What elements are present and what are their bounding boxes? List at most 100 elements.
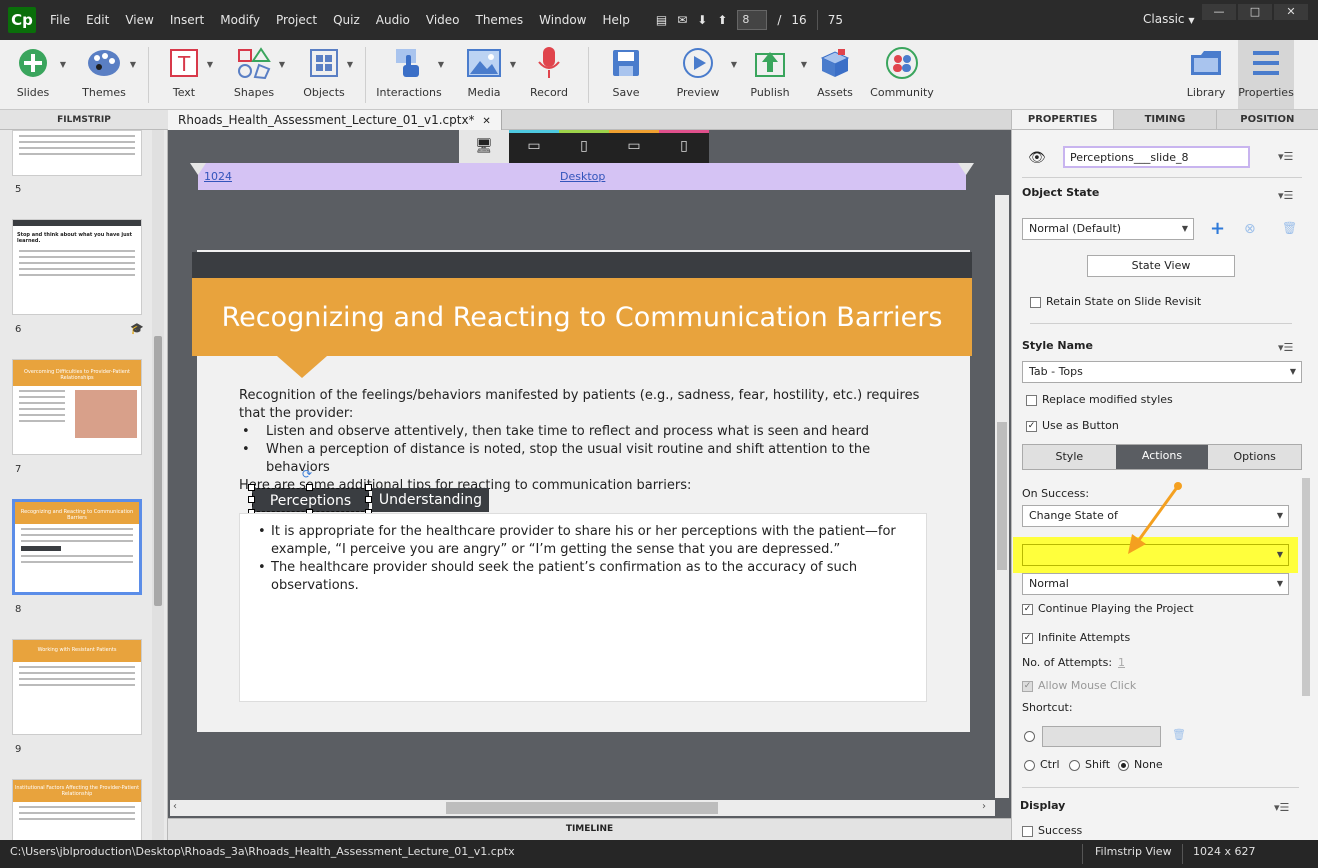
chevron-down-icon[interactable]: ▼ xyxy=(279,60,285,69)
tablet-landscape-icon[interactable]: ▭ xyxy=(509,130,559,163)
community-button[interactable]: Community xyxy=(863,40,941,109)
slide-thumbnail-5[interactable] xyxy=(12,130,142,176)
understanding-tab-button[interactable]: Understanding xyxy=(372,488,489,512)
object-name-field[interactable]: Perceptions___slide_8 xyxy=(1063,146,1250,168)
arrow-up-icon[interactable]: ⬆ xyxy=(717,13,727,27)
subtab-style[interactable]: Style xyxy=(1023,445,1116,469)
tablet-portrait-icon[interactable]: ▯ xyxy=(559,130,609,163)
allow-mouse-click-checkbox[interactable]: ✓ xyxy=(1022,681,1033,692)
slide-thumbnail-10[interactable]: Institutional Factors Affecting the Prov… xyxy=(12,779,142,840)
workspace-selector[interactable]: Classic ▼ xyxy=(1143,12,1195,26)
timeline-header[interactable]: TIMELINE xyxy=(168,818,1011,840)
slide-thumbnail-6[interactable]: Stop and think about what you have just … xyxy=(12,219,142,315)
delete-shortcut-icon[interactable]: 🗑 xyxy=(1172,728,1186,741)
panel-menu-icon[interactable]: ▾☰ xyxy=(1278,150,1293,163)
delete-state-icon[interactable]: 🗑 xyxy=(1282,221,1297,235)
assets-button[interactable]: Assets xyxy=(807,40,863,109)
panel-menu-icon[interactable]: ▾☰ xyxy=(1278,189,1293,202)
infinite-attempts-checkbox[interactable]: ✓ xyxy=(1022,633,1033,644)
menu-audio[interactable]: Audio xyxy=(368,0,418,40)
document-tab[interactable]: Rhoads_Health_Assessment_Lecture_01_v1.c… xyxy=(168,110,502,130)
slides-button[interactable]: ▼ Slides xyxy=(0,40,66,109)
reset-state-icon[interactable]: ⊗ xyxy=(1244,221,1256,237)
menu-file[interactable]: File xyxy=(42,0,78,40)
objects-button[interactable]: ▼ Objects xyxy=(289,40,359,109)
none-radio[interactable] xyxy=(1118,760,1129,771)
filmstrip-scroll-thumb[interactable] xyxy=(154,336,162,606)
attempts-value[interactable]: 1 xyxy=(1118,656,1125,669)
properties-scrollbar[interactable] xyxy=(1302,478,1310,696)
slide-title[interactable]: Recognizing and Reacting to Communicatio… xyxy=(192,278,972,356)
chevron-down-icon[interactable]: ▼ xyxy=(347,60,353,69)
preview-button[interactable]: ▼ Preview xyxy=(663,40,737,109)
mobile-portrait-icon[interactable]: ▯ xyxy=(659,130,709,163)
maximize-icon[interactable]: □ xyxy=(1238,4,1272,20)
success-checkbox[interactable] xyxy=(1022,826,1033,837)
style-name-select[interactable]: Tab - Tops ▼ xyxy=(1022,361,1302,383)
replace-styles-checkbox[interactable] xyxy=(1026,395,1037,406)
library-button[interactable]: Library xyxy=(1174,40,1238,109)
panel-menu-icon[interactable]: ▾☰ xyxy=(1274,801,1289,814)
tab-properties[interactable]: PROPERTIES xyxy=(1012,110,1115,129)
scroll-left-icon[interactable]: ‹ xyxy=(173,801,177,812)
menu-quiz[interactable]: Quiz xyxy=(325,0,368,40)
resize-handle[interactable] xyxy=(248,496,255,503)
menu-edit[interactable]: Edit xyxy=(78,0,117,40)
menu-view[interactable]: View xyxy=(117,0,161,40)
slide-thumbnail-7[interactable]: Overcoming Difficulties to Provider-Pati… xyxy=(12,359,142,455)
shortcut-radio[interactable] xyxy=(1024,731,1035,742)
mobile-landscape-icon[interactable]: ▭ xyxy=(609,130,659,163)
use-as-button-checkbox[interactable]: ✓ xyxy=(1026,421,1037,432)
stage-horizontal-scroll-thumb[interactable] xyxy=(446,802,718,814)
desktop-device-icon[interactable]: 🖥 xyxy=(459,130,509,163)
menu-window[interactable]: Window xyxy=(531,0,594,40)
close-icon[interactable]: ✕ xyxy=(482,116,490,127)
mail-icon[interactable]: ✉ xyxy=(677,13,687,27)
properties-button[interactable]: Properties xyxy=(1238,40,1294,109)
arrow-down-icon[interactable]: ⬇ xyxy=(697,13,707,27)
subtab-options[interactable]: Options xyxy=(1208,445,1301,469)
slide-thumbnail-9[interactable]: Working with Resistant Patients xyxy=(12,639,142,735)
chevron-down-icon[interactable]: ▼ xyxy=(438,60,444,69)
resize-handle[interactable] xyxy=(365,496,372,503)
minimize-icon[interactable]: — xyxy=(1202,4,1236,20)
object-state-select[interactable]: Normal (Default) ▼ xyxy=(1022,218,1194,240)
shift-radio[interactable] xyxy=(1069,760,1080,771)
save-button[interactable]: Save xyxy=(589,40,663,109)
tab-content-text[interactable]: It is appropriate for the healthcare pro… xyxy=(258,523,918,595)
media-button[interactable]: ▼ Media xyxy=(452,40,516,109)
continue-playing-checkbox[interactable]: ✓ xyxy=(1022,604,1033,615)
retain-state-checkbox[interactable] xyxy=(1030,297,1041,308)
comment-icon[interactable]: ▤ xyxy=(656,13,667,27)
chevron-down-icon[interactable]: ▼ xyxy=(207,60,213,69)
text-button[interactable]: T ▼ Text xyxy=(149,40,219,109)
ruler-right-handle[interactable] xyxy=(958,163,974,175)
menu-help[interactable]: Help xyxy=(594,0,637,40)
resize-handle[interactable] xyxy=(365,484,372,491)
ctrl-radio[interactable] xyxy=(1024,760,1035,771)
scroll-right-icon[interactable]: › xyxy=(982,801,986,812)
add-state-icon[interactable]: + xyxy=(1210,218,1225,239)
state-select[interactable]: Normal ▼ xyxy=(1022,573,1289,595)
ruler-left-handle[interactable] xyxy=(190,163,206,175)
shortcut-input[interactable] xyxy=(1042,726,1161,747)
visibility-eye-icon[interactable]: 👁 xyxy=(1028,150,1046,166)
chevron-down-icon[interactable]: ▼ xyxy=(130,60,136,69)
shapes-button[interactable]: ▼ Shapes xyxy=(219,40,289,109)
resize-handle[interactable] xyxy=(248,484,255,491)
page-number-input[interactable]: 8 xyxy=(737,10,768,30)
zoom-level[interactable]: 75 xyxy=(828,13,843,27)
interactions-button[interactable]: ▼ Interactions xyxy=(366,40,452,109)
close-icon[interactable]: ✕ xyxy=(1274,4,1308,20)
ruler-mode[interactable]: Desktop xyxy=(560,170,605,183)
subtab-actions[interactable]: Actions xyxy=(1115,445,1209,469)
slide-thumbnail-8-selected[interactable]: Recognizing and Reacting to Communicatio… xyxy=(12,499,142,595)
ruler-width[interactable]: 1024 xyxy=(204,170,232,183)
stage-vertical-scroll-thumb[interactable] xyxy=(997,422,1007,570)
tab-timing[interactable]: TIMING xyxy=(1114,110,1217,129)
tab-position[interactable]: POSITION xyxy=(1216,110,1318,129)
resize-handle[interactable] xyxy=(306,484,313,491)
menu-video[interactable]: Video xyxy=(418,0,468,40)
publish-button[interactable]: ▼ Publish xyxy=(733,40,807,109)
menu-insert[interactable]: Insert xyxy=(162,0,212,40)
